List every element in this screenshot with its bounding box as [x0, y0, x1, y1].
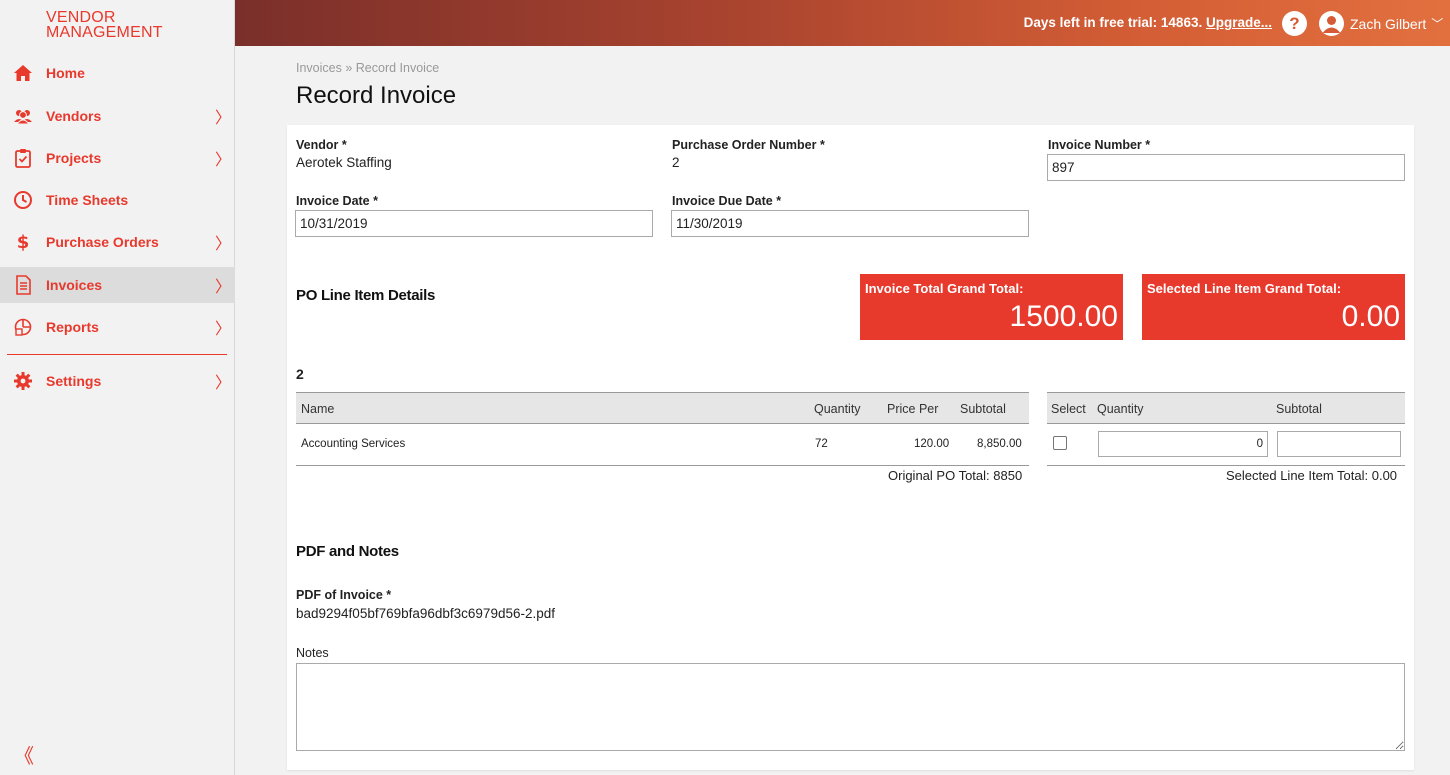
invoice-number-input[interactable] — [1047, 154, 1405, 181]
breadcrumb-invoices-link[interactable]: Invoices — [296, 61, 342, 75]
sidebar-item-reports[interactable]: Reports 〉 — [0, 309, 235, 345]
po-number-heading: 2 — [296, 366, 304, 382]
selection-table-header: Select Quantity Subtotal — [1047, 392, 1405, 424]
reports-icon — [12, 316, 34, 338]
upgrade-link[interactable]: Upgrade... — [1206, 15, 1272, 30]
sidebar-item-settings[interactable]: Settings 〉 — [0, 363, 235, 399]
gear-icon — [12, 370, 34, 392]
vendor-label: Vendor * — [296, 138, 347, 152]
table-divider — [296, 465, 1029, 466]
pdf-filename[interactable]: bad9294f05bf769bfa96dbf3c6979d56-2.pdf — [296, 606, 555, 621]
selected-total-label: Selected Line Item Grand Total: — [1147, 281, 1342, 296]
vendor-value: Aerotek Staffing — [296, 155, 392, 170]
clock-icon — [12, 189, 34, 211]
sidebar-item-label: Settings — [46, 373, 102, 389]
users-icon — [12, 105, 34, 127]
user-name: Zach Gilbert — [1350, 15, 1427, 32]
chevron-right-icon: 〉 — [215, 319, 232, 338]
selection-table-divider — [1047, 465, 1405, 466]
column-header-subtotal: Subtotal — [960, 402, 1006, 416]
app-logo[interactable]: VENDOR MANAGEMENT — [46, 9, 163, 41]
column-header-quantity: Quantity — [814, 402, 861, 416]
invoice-due-date-label: Invoice Due Date * — [672, 194, 782, 208]
chevron-right-icon: 〉 — [215, 373, 232, 392]
logo-line-1: VENDOR — [46, 9, 116, 26]
row-quantity: 72 — [815, 438, 828, 450]
invoice-date-label: Invoice Date * — [296, 194, 378, 208]
original-po-total: Original PO Total: 8850 — [888, 468, 1023, 483]
clipboard-icon — [12, 147, 34, 169]
sidebar-item-projects[interactable]: Projects 〉 — [0, 140, 235, 176]
column-header-name: Name — [301, 402, 335, 416]
po-line-item-details-heading: PO Line Item Details — [296, 287, 436, 304]
po-items-table-header: Name Quantity Price Per Subtotal — [296, 392, 1029, 424]
sidebar-divider — [7, 354, 227, 355]
sidebar-item-home[interactable]: Home — [0, 55, 235, 91]
po-number-value: 2 — [672, 155, 680, 170]
column-header-select: Select — [1051, 402, 1086, 416]
sidebar-item-label: Home — [46, 65, 85, 81]
dollar-icon: $ — [12, 231, 34, 253]
breadcrumb-separator: » — [345, 61, 353, 75]
pdf-and-notes-heading: PDF and Notes — [296, 543, 399, 560]
sidebar-item-label: Time Sheets — [46, 192, 129, 208]
selected-total-value: 0.00 — [1341, 300, 1400, 333]
chevron-right-icon: 〉 — [215, 277, 232, 296]
svg-text:$: $ — [17, 232, 30, 252]
user-avatar-icon — [1319, 11, 1344, 36]
sidebar-item-label: Projects — [46, 150, 102, 166]
trial-text: Days left in free trial: 14863. — [1023, 15, 1203, 30]
invoice-date-input[interactable] — [295, 210, 653, 237]
chevron-right-icon: 〉 — [215, 150, 232, 169]
invoice-total-value: 1500.00 — [1009, 300, 1118, 333]
user-menu[interactable]: Zach Gilbert ﹀ — [1319, 11, 1443, 36]
chevron-right-icon: 〉 — [215, 234, 232, 253]
line-item-quantity-input[interactable] — [1098, 431, 1268, 457]
help-button[interactable]: ? — [1282, 11, 1307, 36]
page-title: Record Invoice — [296, 82, 457, 109]
sidebar: VENDOR MANAGEMENT Home Vendors 〉 Project… — [0, 0, 235, 775]
sidebar-item-label: Purchase Orders — [46, 234, 159, 250]
column-header-sel-subtotal: Subtotal — [1276, 402, 1322, 416]
invoice-total-box: Invoice Total Grand Total: 1500.00 — [860, 274, 1123, 340]
invoice-number-label: Invoice Number * — [1048, 138, 1151, 152]
chevron-right-icon: 〉 — [215, 108, 232, 127]
sidebar-item-label: Vendors — [46, 108, 102, 124]
notes-textarea[interactable] — [296, 663, 1405, 751]
column-header-price-per: Price Per — [887, 402, 939, 416]
selected-total-box: Selected Line Item Grand Total: 0.00 — [1142, 274, 1405, 340]
line-item-select-checkbox[interactable] — [1053, 436, 1067, 450]
breadcrumb-current: Record Invoice — [355, 61, 440, 75]
column-header-sel-quantity: Quantity — [1097, 402, 1144, 416]
po-number-label: Purchase Order Number * — [672, 138, 825, 152]
chevron-down-icon: ﹀ — [1431, 17, 1444, 31]
trial-notice: Days left in free trial: 14863. Upgrade.… — [1024, 15, 1272, 30]
home-icon — [12, 62, 34, 84]
sidebar-item-label: Invoices — [46, 277, 103, 293]
sidebar-item-time-sheets[interactable]: Time Sheets — [0, 182, 235, 218]
collapse-sidebar-button[interactable]: 《 — [14, 740, 34, 769]
sidebar-item-invoices[interactable]: Invoices 〉 — [0, 267, 235, 303]
invoice-icon — [12, 274, 34, 296]
selected-line-item-total: Selected Line Item Total: 0.00 — [1226, 468, 1398, 483]
invoice-due-date-input[interactable] — [671, 210, 1029, 237]
logo-line-2: MANAGEMENT — [46, 24, 163, 41]
line-item-subtotal-input[interactable] — [1277, 431, 1401, 457]
sidebar-item-label: Reports — [46, 319, 99, 335]
row-subtotal: 8,850.00 — [977, 438, 1022, 450]
row-price-per: 120.00 — [914, 438, 950, 450]
invoice-total-label: Invoice Total Grand Total: — [865, 281, 1024, 296]
breadcrumb: Invoices » Record Invoice — [296, 61, 439, 75]
row-name: Accounting Services — [301, 438, 406, 450]
sidebar-item-purchase-orders[interactable]: $ Purchase Orders 〉 — [0, 224, 235, 260]
pdf-of-invoice-label: PDF of Invoice * — [296, 588, 392, 602]
notes-label: Notes — [296, 646, 329, 660]
sidebar-item-vendors[interactable]: Vendors 〉 — [0, 98, 235, 134]
